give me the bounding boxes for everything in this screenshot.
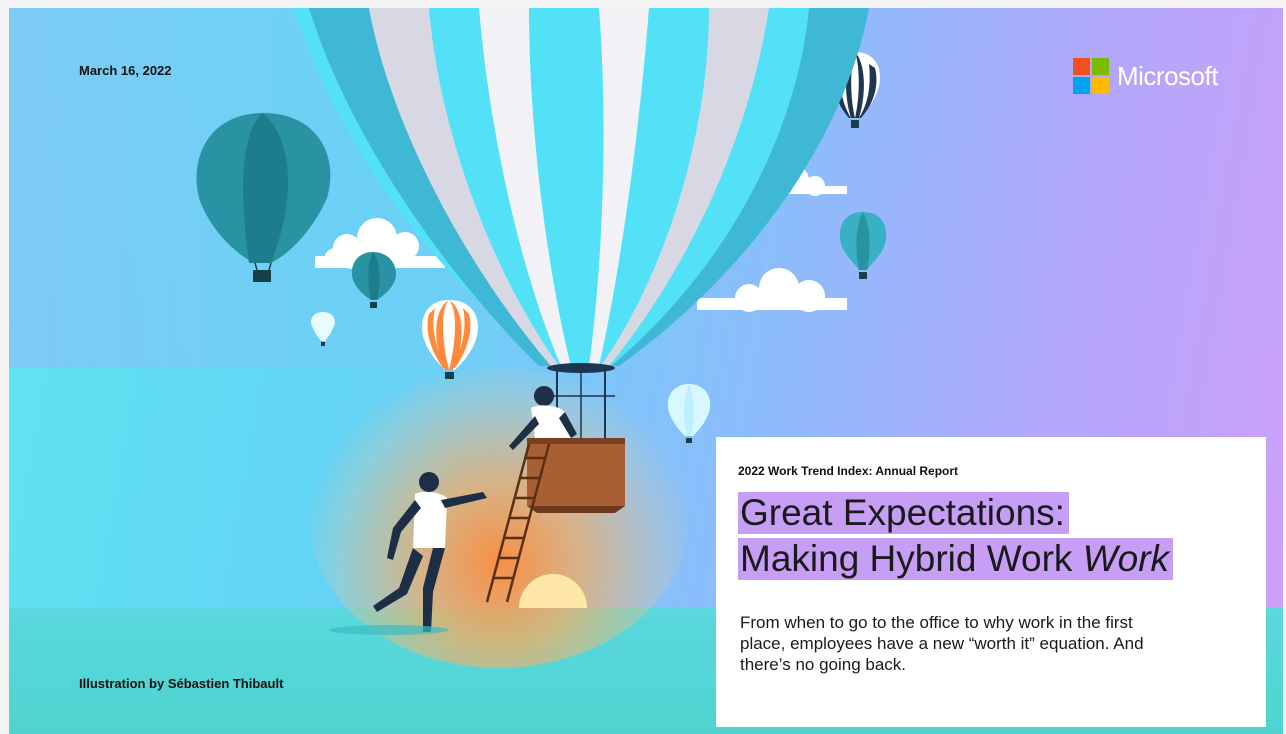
logo-wordmark: Microsoft — [1117, 60, 1218, 91]
balloon-teal-large — [196, 113, 331, 282]
setting-sun — [519, 574, 587, 608]
person-on-ground — [329, 472, 487, 635]
balloon-white-tiny — [311, 312, 335, 346]
report-date: March 16, 2022 — [79, 63, 172, 78]
illustration-credit: Illustration by Sébastien Thibault — [79, 676, 284, 691]
balloon-teal-small — [351, 252, 397, 308]
report-kicker: 2022 Work Trend Index: Annual Report — [738, 464, 959, 478]
headline-line-2-text: Making Hybrid Work — [740, 538, 1083, 579]
page: March 16, 2022 Microsoft Illustration by… — [0, 0, 1286, 734]
title-card: 2022 Work Trend Index: Annual Report Gre… — [716, 437, 1266, 727]
microsoft-logo: Microsoft — [1073, 58, 1218, 94]
balloon-white-right — [667, 384, 711, 443]
report-description: From when to go to the office to why wor… — [740, 613, 1144, 674]
headline-line-2: Making Hybrid Work Work — [738, 538, 1174, 580]
balloon-orange-striped — [422, 300, 478, 379]
logo-square-yellow — [1092, 77, 1109, 94]
headline-line-1: Great Expectations: — [738, 492, 1069, 534]
balloon-teal-right — [839, 212, 887, 279]
logo-square-green — [1092, 58, 1109, 75]
logo-square-red — [1073, 58, 1090, 75]
headline-emphasis: Work — [1082, 538, 1170, 579]
headline: Great Expectations: Making Hybrid Work W… — [738, 492, 1174, 584]
windows-icon — [1073, 58, 1109, 94]
logo-square-blue — [1073, 77, 1090, 94]
